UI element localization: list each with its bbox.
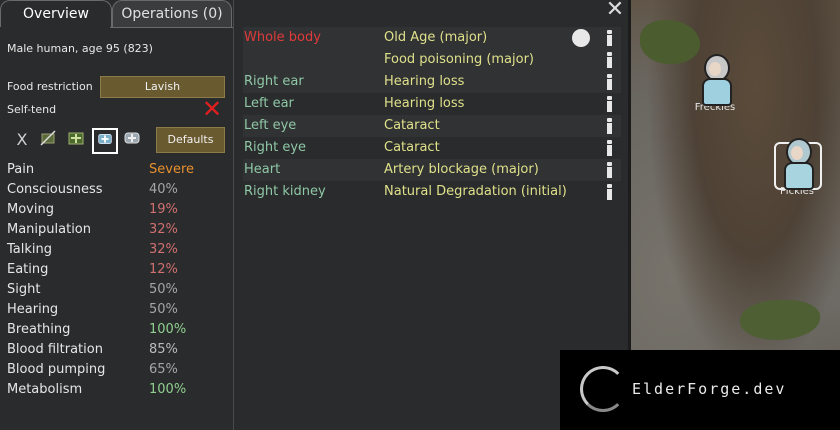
capacity-row[interactable]: Hearing 50%	[7, 300, 227, 320]
pawn-description: Male human, age 95 (823)	[7, 42, 153, 55]
pawn-pickles[interactable]: Pickles	[772, 136, 822, 197]
watermark-banner: ElderForge.dev	[560, 350, 840, 430]
capacity-row[interactable]: Metabolism 100%	[7, 380, 227, 400]
capacity-name: Moving	[7, 202, 54, 217]
condition-label: Artery blockage (major)	[384, 162, 539, 177]
info-icon[interactable]	[603, 51, 615, 69]
capacity-value: 65%	[149, 362, 178, 377]
capacity-name: Metabolism	[7, 382, 83, 397]
capacity-name: Blood pumping	[7, 362, 106, 377]
condition-label: Hearing loss	[384, 74, 465, 89]
capacity-row[interactable]: Blood filtration 85%	[7, 340, 227, 360]
capacity-row[interactable]: Eating 12%	[7, 260, 227, 280]
capacity-value: 19%	[149, 202, 178, 217]
condition-label: Natural Degradation (initial)	[384, 184, 567, 199]
capacity-value: 32%	[149, 242, 178, 257]
food-restriction-label: Food restriction	[7, 80, 93, 93]
capacity-name: Breathing	[7, 322, 71, 337]
red-x-icon[interactable]: ✕	[202, 96, 222, 122]
info-icon[interactable]	[603, 117, 615, 135]
condition-label: Cataract	[384, 118, 440, 133]
capacity-name: Blood filtration	[7, 342, 103, 357]
capacity-value: 85%	[149, 342, 178, 357]
capacity-value: 100%	[149, 322, 187, 337]
capacity-value: 100%	[149, 382, 187, 397]
condition-label: Hearing loss	[384, 96, 465, 111]
close-icon[interactable]: ✕	[603, 0, 627, 22]
capacity-value: 50%	[149, 282, 178, 297]
capacity-row[interactable]: Pain Severe	[7, 160, 227, 180]
info-icon[interactable]	[603, 29, 615, 47]
capacity-name: Eating	[7, 262, 49, 277]
capacity-name: Consciousness	[7, 182, 103, 197]
hediff-row[interactable]: Right kidney Natural Degradation (initial…	[243, 181, 621, 203]
body-part-label: Left eye	[244, 118, 297, 133]
capacity-row[interactable]: Moving 19%	[7, 200, 227, 220]
pawn-sprite	[698, 52, 732, 106]
no-care-x-icon[interactable]: X	[10, 128, 34, 152]
health-tabs: Overview Operations (0)	[0, 0, 233, 28]
pain-indicator-icon	[572, 29, 590, 47]
hediff-row[interactable]: Whole body Old Age (major)	[243, 27, 621, 49]
capacity-row[interactable]: Consciousness 40%	[7, 180, 227, 200]
condition-label: Cataract	[384, 140, 440, 155]
tab-overview[interactable]: Overview	[0, 0, 112, 27]
body-part-label: Right kidney	[244, 184, 326, 199]
defaults-button[interactable]: Defaults	[156, 127, 225, 153]
watermark-logo-icon	[580, 366, 626, 412]
hediff-row[interactable]: Right ear Hearing loss	[243, 71, 621, 93]
no-meds-icon[interactable]	[36, 128, 60, 152]
body-part-label: Heart	[244, 162, 281, 177]
glitterworld-medicine-icon[interactable]	[120, 128, 144, 152]
hediff-table: Whole body Old Age (major) Food poisoning …	[243, 27, 621, 203]
body-part-label: Whole body	[244, 30, 321, 45]
capacity-name: Talking	[7, 242, 52, 257]
watermark-text: ElderForge.dev	[632, 380, 787, 398]
hediff-row[interactable]: Food poisoning (major)	[243, 49, 621, 71]
capacity-value: 32%	[149, 222, 178, 237]
self-tend-label: Self-tend	[7, 103, 57, 116]
capacity-row[interactable]: Manipulation 32%	[7, 220, 227, 240]
capacity-row[interactable]: Sight 50%	[7, 280, 227, 300]
info-icon[interactable]	[603, 139, 615, 157]
tab-divider	[110, 27, 233, 28]
capacity-row[interactable]: Blood pumping 65%	[7, 360, 227, 380]
capacity-value: 12%	[149, 262, 178, 277]
body-part-label: Right eye	[244, 140, 307, 155]
herbal-medicine-icon[interactable]	[64, 128, 88, 152]
info-icon[interactable]	[603, 73, 615, 91]
hediff-row[interactable]: Right eye Cataract	[243, 137, 621, 159]
pawn-freckles[interactable]: Freckles	[690, 52, 740, 113]
info-icon[interactable]	[603, 95, 615, 113]
body-part-label: Right ear	[244, 74, 304, 89]
tab-operations[interactable]: Operations (0)	[112, 0, 232, 27]
capacity-list: Pain Severe Consciousness 40% Moving 19% Manip…	[7, 160, 227, 400]
pawn-sprite	[780, 136, 814, 190]
capacity-value: 50%	[149, 302, 178, 317]
capacity-value: Severe	[149, 162, 194, 177]
capacity-name: Pain	[7, 162, 35, 177]
condition-label: Old Age (major)	[384, 30, 488, 45]
capacity-name: Manipulation	[7, 222, 92, 237]
body-part-label: Left ear	[244, 96, 294, 111]
capacity-value: 40%	[149, 182, 178, 197]
info-icon[interactable]	[603, 161, 615, 179]
condition-label: Food poisoning (major)	[384, 52, 535, 67]
capacity-row[interactable]: Breathing 100%	[7, 320, 227, 340]
hediff-row[interactable]: Heart Artery blockage (major)	[243, 159, 621, 181]
hediff-row[interactable]: Left eye Cataract	[243, 115, 621, 137]
hediff-row[interactable]: Left ear Hearing loss	[243, 93, 621, 115]
capacity-name: Sight	[7, 282, 41, 297]
capacity-row[interactable]: Talking 32%	[7, 240, 227, 260]
health-panel: Overview Operations (0) Male human, age …	[0, 0, 234, 430]
capacity-name: Hearing	[7, 302, 59, 317]
info-icon[interactable]	[603, 183, 615, 201]
industrial-medicine-icon[interactable]	[92, 128, 118, 154]
